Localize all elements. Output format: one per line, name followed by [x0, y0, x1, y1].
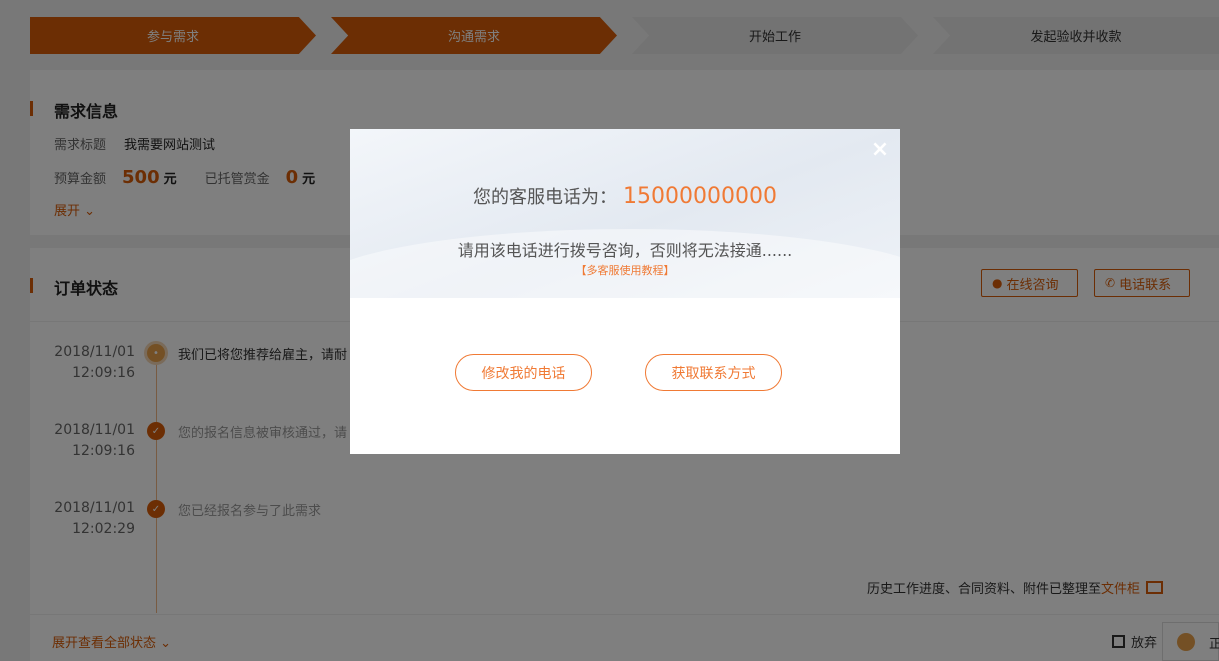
customer-service-phone-modal: × 您的客服电话为： 15000000000 请用该电话进行拨号咨询，否则将无法接… [350, 129, 900, 454]
dial-note: 请用该电话进行拨号咨询，否则将无法接通...... [457, 241, 793, 260]
modify-phone-button[interactable]: 修改我的电话 [455, 354, 592, 391]
get-contact-button[interactable]: 获取联系方式 [645, 354, 782, 391]
phone-number: 15000000000 [623, 184, 777, 209]
close-icon[interactable]: × [869, 139, 891, 161]
tutorial-link[interactable]: 【多客服使用教程】 [350, 262, 900, 278]
phone-label: 您的客服电话为： [473, 187, 618, 208]
phone-line: 您的客服电话为： 15000000000 [350, 183, 900, 209]
